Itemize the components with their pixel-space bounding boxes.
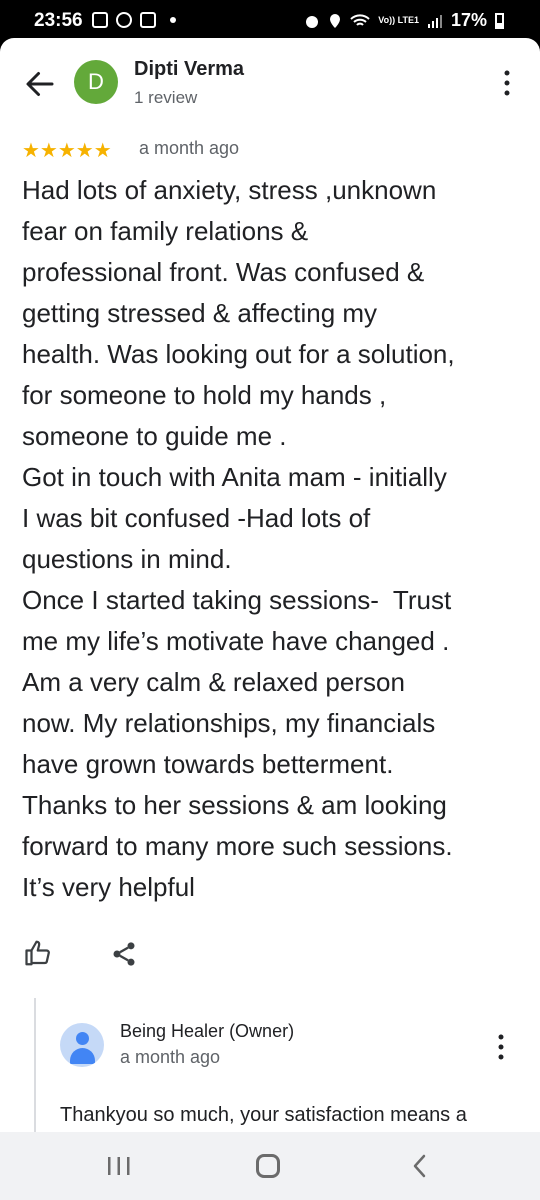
- review-text: Had lots of anxiety, stress ,unknown fea…: [22, 175, 455, 902]
- location-icon: [330, 13, 341, 28]
- system-icons: Vo)) LTE1 17%: [304, 10, 504, 31]
- avatar[interactable]: D: [74, 60, 118, 104]
- status-bar: 23:56 Vo)) LTE1 17%: [0, 0, 540, 38]
- battery-percent: 17%: [450, 10, 487, 30]
- home-icon[interactable]: [256, 1154, 280, 1178]
- instagram-icon: [140, 12, 156, 28]
- more-notifications-dot-icon: [170, 17, 176, 23]
- system-nav-bar: [0, 1132, 540, 1200]
- chevron-left-icon[interactable]: [410, 1154, 430, 1178]
- network-label: Vo)) LTE1: [378, 15, 419, 25]
- review-count: 1 review: [134, 88, 198, 107]
- owner-more-vert-icon[interactable]: [496, 1033, 506, 1061]
- news-icon: [92, 12, 108, 28]
- reply-divider: [34, 998, 36, 1132]
- alarm-icon: [306, 15, 319, 28]
- owner-reply-date: a month ago: [120, 1047, 221, 1067]
- more-vert-icon[interactable]: [502, 68, 512, 98]
- thumb-up-icon[interactable]: [24, 938, 54, 968]
- owner-reply-text: Thankyou so much, your satisfaction mean…: [60, 1104, 467, 1126]
- owner-name: Being Healer (Owner): [120, 1021, 295, 1041]
- owner-avatar: [60, 1023, 104, 1067]
- signal-icon: [427, 14, 442, 28]
- review-date: a month ago: [139, 138, 240, 158]
- recent-apps-icon[interactable]: [106, 1156, 132, 1176]
- share-icon[interactable]: [110, 940, 138, 968]
- avatar-letter: D: [88, 69, 104, 94]
- notification-icons: [92, 12, 176, 28]
- facebook-icon: [116, 12, 132, 28]
- review-sheet: D Dipti Verma 1 review ★★★★★ a month ago…: [0, 38, 540, 1132]
- battery-icon: [495, 12, 504, 29]
- star-rating: ★★★★★: [22, 140, 112, 162]
- wifi-icon: [350, 13, 370, 26]
- arrow-back-icon[interactable]: [22, 66, 58, 102]
- reviewer-name[interactable]: Dipti Verma: [134, 58, 244, 81]
- status-time: 23:56: [34, 10, 83, 31]
